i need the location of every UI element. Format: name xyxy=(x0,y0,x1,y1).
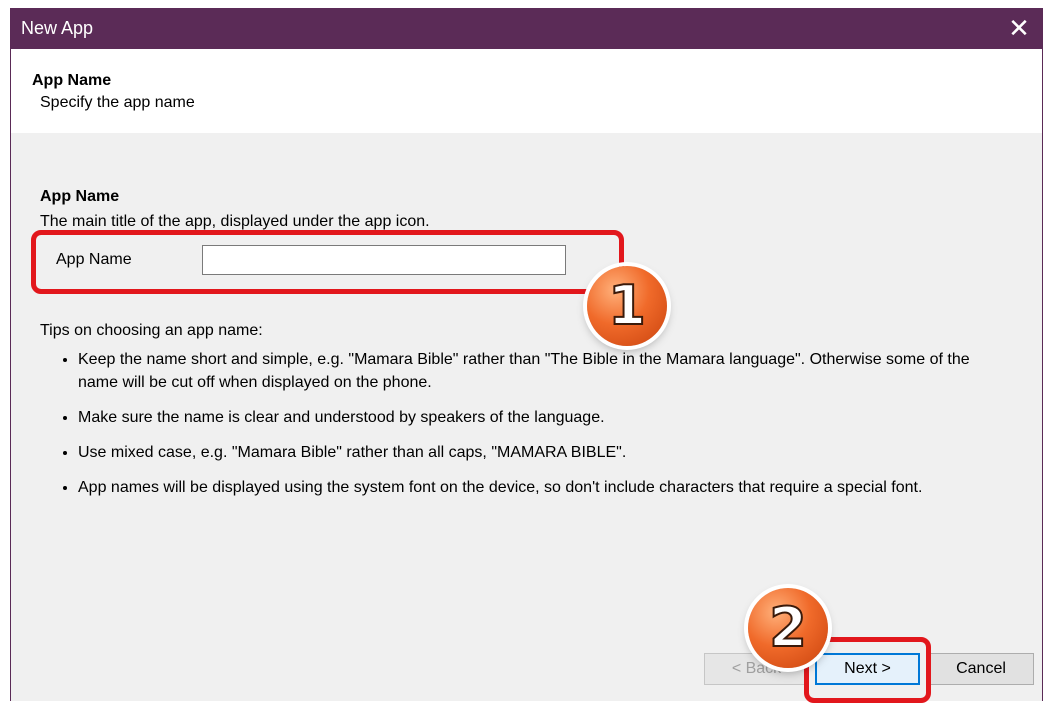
list-item: App names will be displayed using the sy… xyxy=(78,476,970,499)
header-title: App Name xyxy=(32,72,112,89)
section-description: The main title of the app, displayed und… xyxy=(40,213,430,230)
list-item: Make sure the name is clear and understo… xyxy=(78,406,970,429)
step-1-badge: 1 xyxy=(587,266,667,346)
tips-list: Keep the name short and simple, e.g. "Ma… xyxy=(40,348,970,511)
header-subtitle: Specify the app name xyxy=(40,94,195,111)
new-app-dialog: New App ✕ App Name Specify the app name … xyxy=(10,8,1043,703)
step-2-number: 2 xyxy=(768,596,808,659)
window-title: New App xyxy=(21,18,94,38)
wizard-header: App Name Specify the app name xyxy=(11,49,1042,133)
step-2-badge: 2 xyxy=(748,588,828,668)
list-item: Keep the name short and simple, e.g. "Ma… xyxy=(78,348,970,394)
input-highlight-box xyxy=(31,230,624,294)
close-icon[interactable]: ✕ xyxy=(996,8,1042,49)
step-1-number: 1 xyxy=(607,274,647,337)
title-bar: New App ✕ xyxy=(11,8,1042,49)
section-title: App Name xyxy=(40,188,120,205)
list-item: Use mixed case, e.g. "Mamara Bible" rath… xyxy=(78,441,970,464)
cancel-button[interactable]: Cancel xyxy=(928,653,1034,685)
tips-title: Tips on choosing an app name: xyxy=(40,322,263,339)
